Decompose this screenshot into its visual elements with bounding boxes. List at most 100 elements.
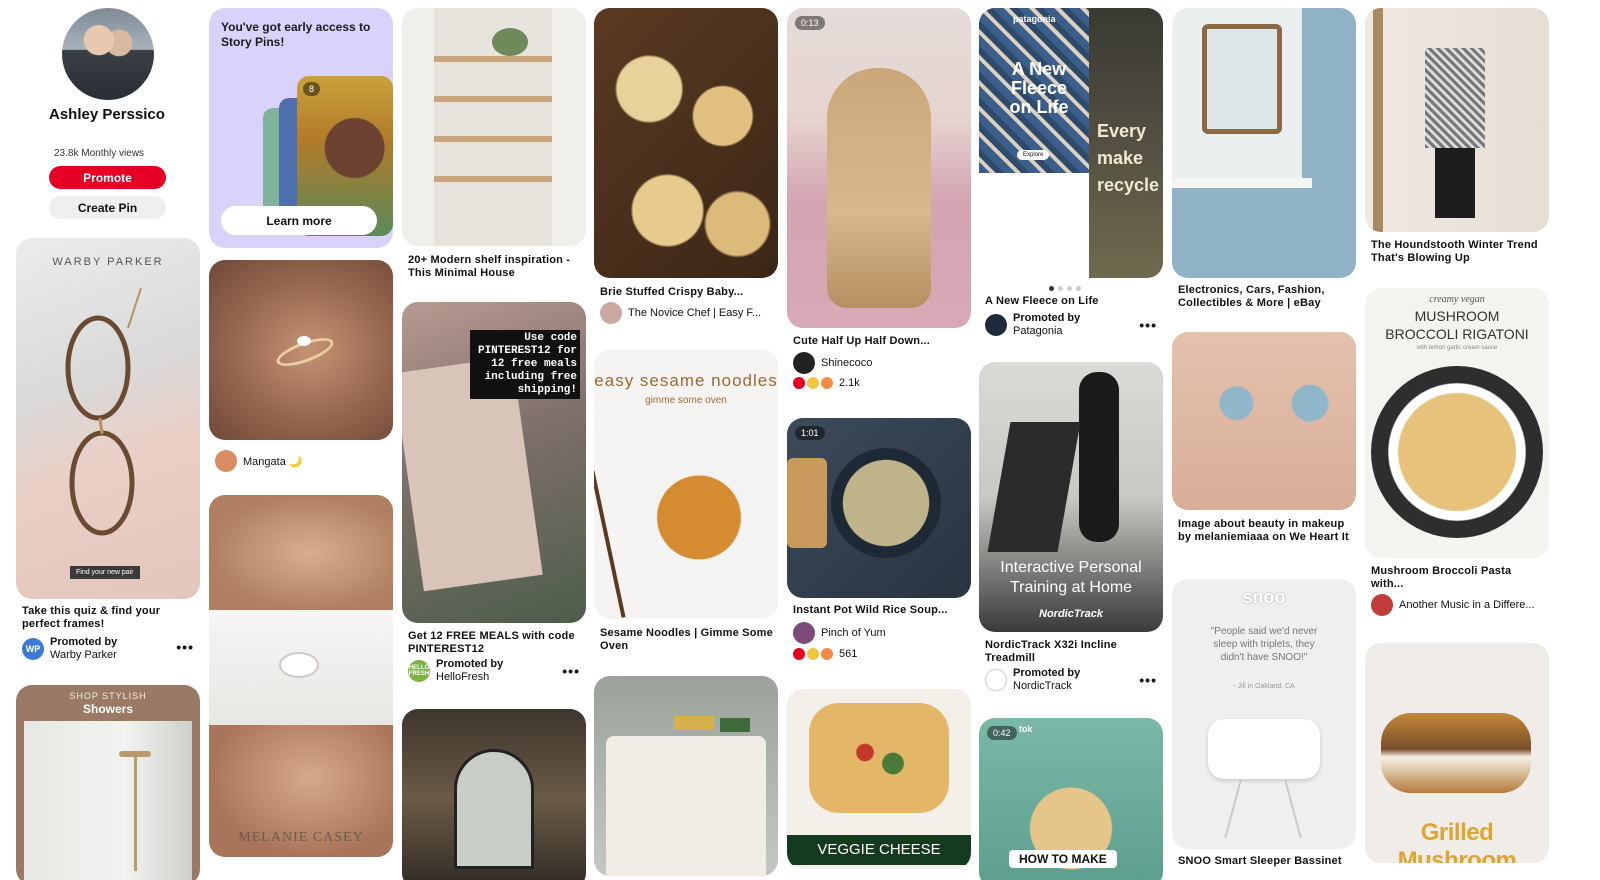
author-name[interactable]: Pinch of Yum	[821, 627, 886, 639]
author-avatar[interactable]	[793, 622, 815, 644]
pin-image[interactable]: easy sesame noodles gimme some oven	[594, 349, 778, 619]
brand-logo: patagonia	[1013, 14, 1056, 24]
author-name[interactable]: Shinecoco	[821, 357, 872, 369]
carousel-dots[interactable]	[1049, 286, 1081, 291]
pin-title[interactable]: A New Fleece on Life	[985, 295, 1161, 308]
promoted-label: Promoted by	[50, 636, 118, 648]
promo-code-overlay: Use code PINTEREST12 for 12 free meals i…	[470, 330, 580, 399]
profile-views: 23.8k Monthly views	[54, 148, 145, 159]
pin-title[interactable]: Get 12 FREE MEALS with code PINTEREST12	[408, 630, 584, 656]
pin-reactions[interactable]: 2.1k	[793, 377, 860, 389]
stromboli-caption: VEGGIE CHEESE STROMBOLI	[787, 835, 971, 865]
author-avatar[interactable]	[1371, 594, 1393, 616]
pin-image[interactable]: Grilled Mushroom	[1365, 643, 1549, 863]
pin-author[interactable]: Shinecoco	[793, 352, 969, 374]
pin-title[interactable]: Mushroom Broccoli Pasta with...	[1371, 565, 1547, 591]
promoted-label: Promoted by	[1013, 667, 1081, 679]
promoter-avatar[interactable]: HELLO FRESH	[408, 660, 430, 682]
pin-image[interactable]: SHOP STYLISH Showers	[16, 685, 200, 880]
pin-title[interactable]: The Houndstooth Winter Trend That's Blow…	[1371, 239, 1547, 265]
pin-title[interactable]: Instant Pot Wild Rice Soup...	[793, 604, 969, 617]
pin-image[interactable]	[594, 676, 778, 876]
pin-author[interactable]: Another Music in a Differe...	[1371, 594, 1547, 616]
profile-avatar[interactable]	[62, 8, 154, 100]
more-options-icon[interactable]: •••	[562, 664, 580, 678]
pin-image[interactable]	[209, 260, 393, 440]
pin-title[interactable]: 20+ Modern shelf inspiration - This Mini…	[408, 254, 584, 280]
create-pin-button[interactable]: Create Pin	[49, 196, 166, 219]
pin-image[interactable]: WARBY PARKER Find your new pair	[16, 238, 200, 599]
promoter-name[interactable]: Patagonia	[1013, 325, 1080, 338]
pin-title[interactable]: NordicTrack X32i Incline Treadmill	[985, 639, 1161, 665]
pin-image[interactable]	[594, 8, 778, 278]
author-name[interactable]: Mangata 🌙	[243, 455, 303, 468]
pin-image[interactable]	[1172, 8, 1356, 278]
more-options-icon[interactable]: •••	[1139, 673, 1157, 687]
author-name[interactable]: Another Music in a Differe...	[1399, 599, 1535, 611]
pin-image[interactable]: VEGGIE CHEESE STROMBOLI	[787, 689, 971, 869]
pin-image[interactable]: 0:13	[787, 8, 971, 328]
pin-title[interactable]: Brie Stuffed Crispy Baby...	[600, 286, 776, 299]
pin-image[interactable]	[402, 709, 586, 880]
pin-image[interactable]: Interactive Personal Training at Home No…	[979, 362, 1163, 632]
pin-image[interactable]: patagonia A New Fleece on Life Explore E…	[979, 8, 1163, 278]
headline-line-2: Training at Home	[1009, 579, 1133, 596]
pin-image[interactable]: creamy vegan MUSHROOM BROCCOLI RIGATONI …	[1365, 288, 1549, 558]
recipe-kicker: creamy vegan	[1429, 294, 1485, 305]
promoter-avatar[interactable]: WP	[22, 638, 44, 660]
pin-image[interactable]: 1:01	[787, 418, 971, 598]
pin-image[interactable]	[1365, 8, 1549, 232]
brand-logo: WARBY PARKER	[52, 256, 164, 268]
pin-image[interactable]: Use code PINTEREST12 for 12 free meals i…	[402, 302, 586, 623]
pin-title[interactable]: Electronics, Cars, Fashion, Collectibles…	[1178, 284, 1354, 310]
more-options-icon[interactable]: •••	[176, 640, 194, 654]
pin-image[interactable]: You've got early access to Story Pins! 8…	[209, 8, 393, 248]
recipe-heading: Grilled Mushroom	[1397, 819, 1517, 863]
promote-button[interactable]: Promote	[49, 166, 166, 189]
pin-image[interactable]	[402, 8, 586, 246]
story-text: You've got early access to Story Pins!	[221, 20, 371, 49]
pin-promoter[interactable]: HELLO FRESH Promoted by HelloFresh	[408, 658, 584, 684]
video-caption: HOW TO MAKE	[1009, 850, 1117, 868]
promoter-avatar[interactable]	[985, 669, 1007, 691]
wow-icon	[821, 377, 833, 389]
brand-logo: snoo	[1242, 587, 1286, 607]
author-avatar[interactable]	[600, 302, 622, 324]
ad-headline: A New Fleece on Life	[1009, 59, 1069, 117]
find-pair-cta[interactable]: Find your new pair	[70, 566, 140, 579]
video-duration-badge: 0:13	[795, 16, 825, 30]
profile-name[interactable]: Ashley Perssico	[49, 106, 169, 124]
pin-image[interactable]: 0:42 tok HOW TO MAKE	[979, 718, 1163, 880]
pin-title[interactable]: Sesame Noodles | Gimme Some Oven	[600, 627, 776, 653]
video-duration-badge: 0:42	[987, 726, 1017, 740]
author-avatar[interactable]	[215, 450, 237, 472]
more-options-icon[interactable]: •••	[1139, 318, 1157, 332]
pin-promoter[interactable]: WP Promoted by Warby Parker	[22, 636, 198, 662]
ad-headline: Interactive Personal Training at Home	[979, 558, 1163, 598]
promoted-label: Promoted by	[436, 658, 504, 670]
pin-author[interactable]: Mangata 🌙	[215, 450, 391, 472]
promoter-name[interactable]: NordicTrack	[1013, 680, 1080, 693]
promoter-avatar[interactable]	[985, 314, 1007, 336]
wow-icon	[821, 648, 833, 660]
explore-button[interactable]: Explore	[1017, 150, 1050, 160]
testimonial-attribution: - Jill in Oakland, CA	[1233, 683, 1295, 690]
author-name[interactable]: The Novice Chef | Easy F...	[628, 307, 761, 319]
pin-image[interactable]	[1172, 332, 1356, 510]
promoter-name[interactable]: HelloFresh	[436, 671, 503, 684]
pin-author[interactable]: Pinch of Yum	[793, 622, 969, 644]
pin-image[interactable]: snoo "People said we'd never sleep with …	[1172, 579, 1356, 849]
learn-more-button[interactable]: Learn more	[221, 206, 377, 235]
pin-title[interactable]: Take this quiz & find your perfect frame…	[22, 605, 198, 631]
author-avatar[interactable]	[793, 352, 815, 374]
pin-author[interactable]: The Novice Chef | Easy F...	[600, 302, 776, 324]
pin-promoter[interactable]: Promoted by NordicTrack	[985, 667, 1161, 693]
pin-title[interactable]: SNOO Smart Sleeper Bassinet	[1178, 855, 1354, 868]
pin-image[interactable]: MELANIE CASEY	[209, 495, 393, 857]
pin-reactions[interactable]: 561	[793, 648, 857, 660]
pin-title[interactable]: Image about beauty in makeup by melaniem…	[1178, 518, 1354, 544]
pin-promoter[interactable]: Promoted by Patagonia	[985, 312, 1161, 338]
pin-title[interactable]: Cute Half Up Half Down...	[793, 335, 969, 348]
headline-line-1: Interactive Personal	[1000, 559, 1142, 576]
promoter-name[interactable]: Warby Parker	[50, 649, 117, 662]
